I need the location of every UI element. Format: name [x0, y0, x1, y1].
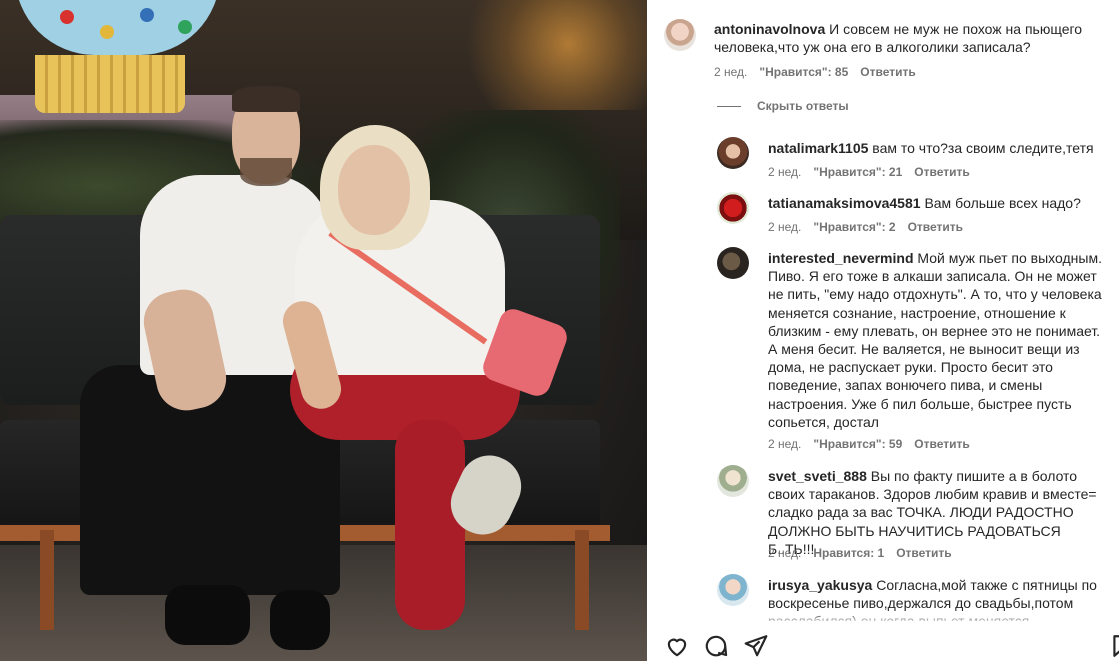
- reply-avatar[interactable]: [717, 465, 749, 497]
- reply-time[interactable]: 2 нед.: [768, 165, 801, 179]
- photo-cupcake-decoration: [178, 20, 192, 34]
- photo-cupcake-decoration: [100, 25, 114, 39]
- photo-man-shoe: [270, 590, 330, 650]
- photo-woman-face: [338, 145, 410, 235]
- reply-meta: 2 нед. "Нравится": 59 Ответить: [768, 437, 970, 451]
- reply-username[interactable]: tatianamaksimova4581: [768, 195, 921, 211]
- reply-text: Мой муж пьет по выходным. Пиво. Я его то…: [768, 250, 1102, 430]
- comments-panel[interactable]: antoninavolnova И совсем не муж не похож…: [647, 0, 1119, 661]
- photo-bench-leg: [40, 530, 54, 630]
- paper-plane-icon[interactable]: [743, 633, 769, 659]
- comment-avatar[interactable]: [664, 19, 696, 51]
- comment-text-block: antoninavolnova И совсем не муж не похож…: [714, 20, 1109, 56]
- reply-text-block: interested_nevermind Мой муж пьет по вых…: [768, 249, 1108, 431]
- reply-username[interactable]: svet_sveti_888: [768, 468, 867, 484]
- reply-time[interactable]: 2 нед.: [768, 220, 801, 234]
- reply-username[interactable]: natalimark1105: [768, 140, 868, 156]
- post-action-bar: [647, 621, 1119, 661]
- comment-meta: 2 нед. "Нравится": 85 Ответить: [714, 65, 916, 79]
- reply-text-block: tatianamaksimova4581 Вам больше всех над…: [768, 194, 1108, 212]
- reply-likes[interactable]: Нравится: 1: [813, 546, 884, 560]
- photo-man-hair: [232, 86, 300, 112]
- reply-avatar[interactable]: [717, 247, 749, 279]
- reply-reply-button[interactable]: Ответить: [914, 437, 969, 451]
- comment-icon[interactable]: [703, 633, 729, 659]
- reply-username[interactable]: irusya_yakusya: [768, 577, 872, 593]
- reply-meta: 2 нед. "Нравится": 21 Ответить: [768, 165, 970, 179]
- photo-cupcake-decoration: [60, 10, 74, 24]
- reply-time[interactable]: 2 нед.: [768, 546, 801, 560]
- reply-text-block: natalimark1105 вам то что?за своим следи…: [768, 139, 1108, 157]
- hide-replies-label[interactable]: Скрыть ответы: [757, 99, 849, 113]
- reply-likes[interactable]: "Нравится": 2: [813, 220, 895, 234]
- reply-meta: 2 нед. "Нравится": 2 Ответить: [768, 220, 963, 234]
- hide-replies-button[interactable]: Скрыть ответы: [717, 99, 849, 113]
- comment-username[interactable]: antoninavolnova: [714, 21, 825, 37]
- reply-avatar[interactable]: [717, 137, 749, 169]
- heart-icon[interactable]: [664, 633, 690, 659]
- reply-likes[interactable]: "Нравится": 59: [813, 437, 902, 451]
- comment-time[interactable]: 2 нед.: [714, 65, 747, 79]
- photo-cupcake-decoration: [140, 8, 154, 22]
- reply-reply-button[interactable]: Ответить: [908, 220, 963, 234]
- reply-username[interactable]: interested_nevermind: [768, 250, 914, 266]
- reply-likes[interactable]: "Нравится": 21: [813, 165, 902, 179]
- photo-man-beard: [240, 158, 292, 186]
- reply-reply-button[interactable]: Ответить: [914, 165, 969, 179]
- photo-woman-leg: [395, 420, 465, 630]
- reply-meta: 2 нед. Нравится: 1 Ответить: [768, 546, 952, 560]
- post-photo[interactable]: [0, 0, 647, 661]
- reply-text: Вам больше всех надо?: [924, 195, 1081, 211]
- bookmark-icon[interactable]: [1109, 633, 1119, 659]
- reply-text: вам то что?за своим следите,тетя: [872, 140, 1094, 156]
- reply-avatar[interactable]: [717, 192, 749, 224]
- comment-likes[interactable]: "Нравится": 85: [759, 65, 848, 79]
- reply-time[interactable]: 2 нед.: [768, 437, 801, 451]
- hide-replies-line: [717, 105, 741, 107]
- reply-reply-button[interactable]: Ответить: [896, 546, 951, 560]
- comment-reply-button[interactable]: Ответить: [860, 65, 915, 79]
- photo-cupcake-sculpture-base: [35, 55, 185, 113]
- photo-background-lights: [450, 0, 647, 110]
- photo-man-shoe: [165, 585, 250, 645]
- reply-text-block: svet_sveti_888 Вы по факту пишите а в бо…: [768, 467, 1108, 558]
- reply-avatar[interactable]: [717, 574, 749, 606]
- photo-bench-leg: [575, 530, 589, 630]
